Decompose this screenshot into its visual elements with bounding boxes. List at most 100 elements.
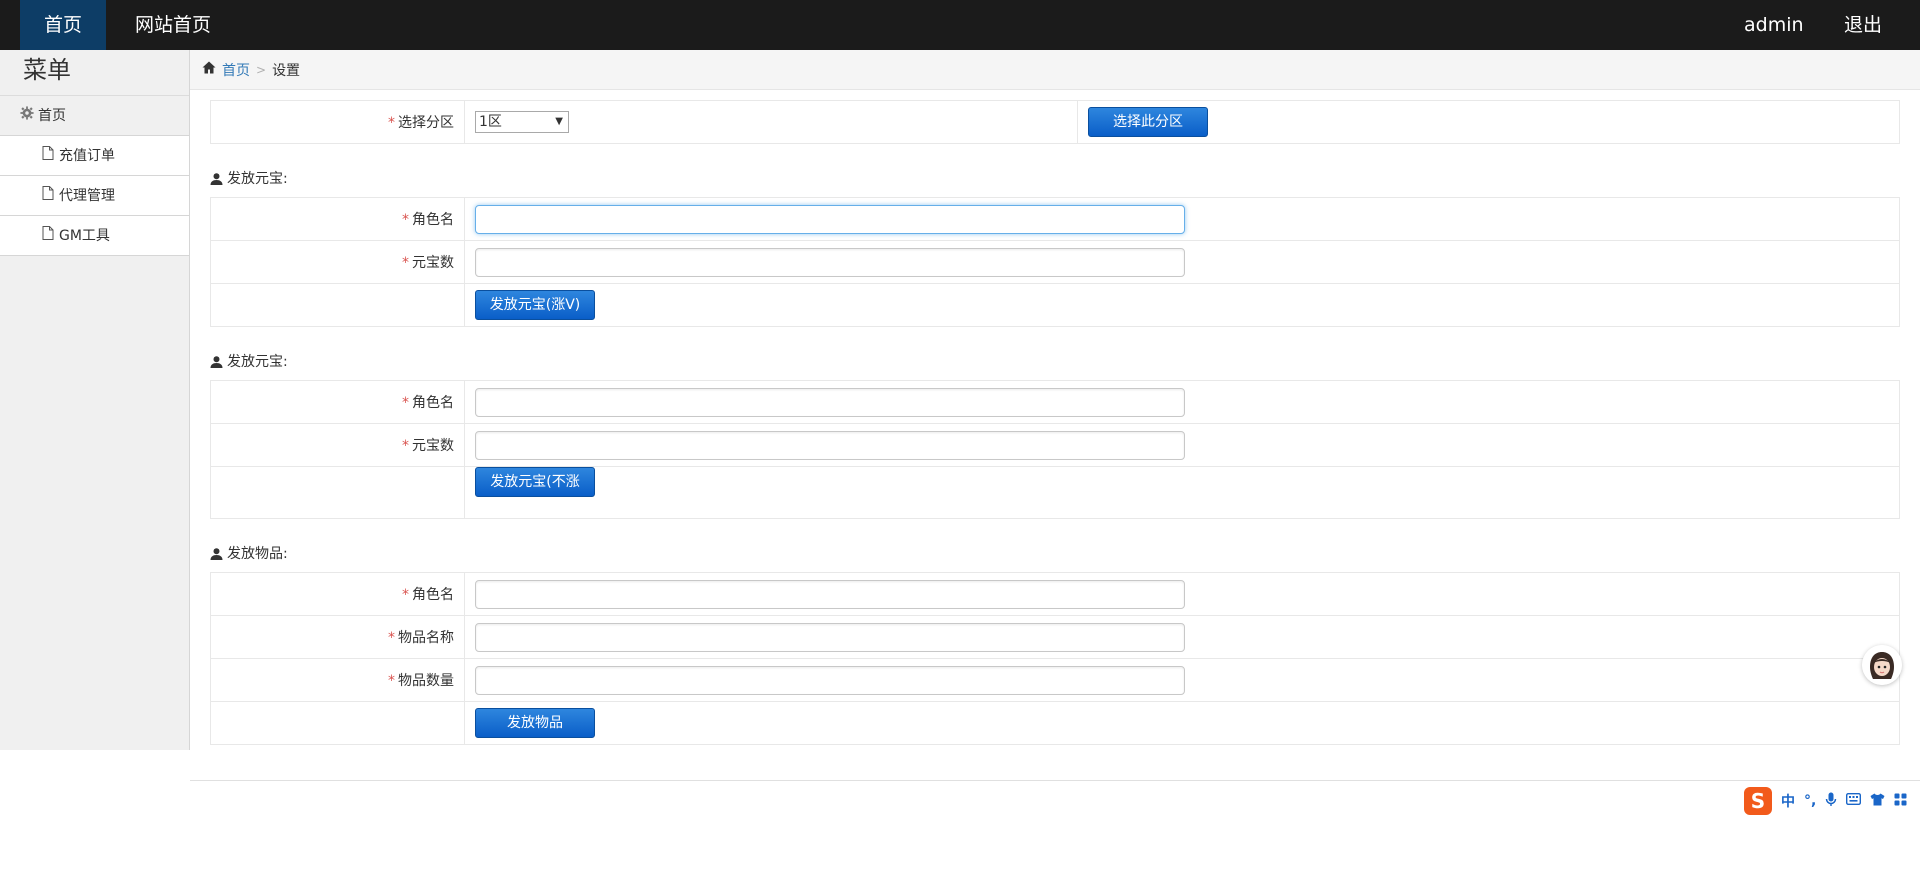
required-mark: * [402,212,409,228]
sidebar-item-recharge-orders[interactable]: 充值订单 [0,136,189,176]
sogou-logo-icon[interactable]: S [1744,787,1772,815]
toolbox-grid-icon[interactable] [1894,793,1907,810]
ime-toolbar: S 中 °, [1742,786,1920,816]
field-label: 角色名 [412,395,454,411]
ingot-amount-input[interactable] [475,247,1185,277]
field-input-cell [464,423,1900,467]
item-quantity-input[interactable] [475,665,1185,695]
nav-site-home-link[interactable]: 网站首页 [135,0,211,50]
field-input-cell [464,240,1900,284]
field-label: 元宝数 [412,255,454,271]
gear-icon [20,96,34,136]
section-title-text: 发放物品: [227,546,288,562]
nav-user-name[interactable]: admin [1744,0,1804,50]
zone-form: * 选择分区 1区 ▼ 选择此分区 [210,100,1900,144]
field-label-cell: * 物品名称 [210,615,465,659]
sidebar-item-label: 充值订单 [59,147,115,164]
sidebar-item-label: 首页 [38,107,66,124]
role-name-input[interactable] [475,387,1185,417]
zone-label-cell: * 选择分区 [210,100,465,144]
required-mark: * [388,115,395,131]
field-input-cell [464,572,1900,616]
caret-down-icon: ▼ [555,116,563,127]
user-icon [210,356,223,368]
button-cell: 发放元宝(不涨V) [464,466,1900,519]
grant-item-button[interactable]: 发放物品 [475,708,595,738]
form-row: * 物品名称 [210,615,1900,659]
field-input-cell [464,615,1900,659]
grant-ingot-no-v-button[interactable]: 发放元宝(不涨V) [475,467,595,518]
sidebar-item-agent-management[interactable]: 代理管理 [0,176,189,216]
form-row: * 角色名 [210,572,1900,616]
section-title-text: 发放元宝: [227,171,288,187]
keyboard-icon[interactable] [1846,792,1862,809]
form-row: * 角色名 [210,197,1900,241]
section-title: 发放元宝: [210,161,1900,197]
zone-select[interactable]: 1区 ▼ [475,111,569,133]
grant-ingot-v-form: * 角色名 * 元宝数 发放元宝(涨V) [210,197,1900,327]
form-row: 发放元宝(不涨V) [210,466,1900,519]
field-label-cell: * 角色名 [210,197,465,241]
assistant-avatar-icon[interactable] [1862,645,1902,685]
microphone-icon[interactable] [1825,792,1837,811]
field-label: 角色名 [412,587,454,603]
required-mark: * [388,673,395,689]
role-name-input[interactable] [475,579,1185,609]
breadcrumb-home-link[interactable]: 首页 [222,60,250,80]
section-title-text: 发放元宝: [227,354,288,370]
nav-home-link[interactable]: 首页 [20,0,106,50]
form-row: * 物品数量 [210,658,1900,702]
footer-divider [190,780,1920,781]
sidebar-item-label: 代理管理 [59,187,115,204]
form-row: 发放物品 [210,701,1900,745]
ime-punctuation-toggle[interactable]: °, [1804,793,1816,809]
zone-button-cell: 选择此分区 [1077,100,1900,144]
ime-mode-toggle[interactable]: 中 [1781,791,1795,811]
sidebar-item-label: GM工具 [59,227,110,244]
ingot-amount-input[interactable] [475,430,1185,460]
required-mark: * [402,255,409,271]
field-input-cell [464,380,1900,424]
field-label: 角色名 [412,212,454,228]
button-cell: 发放元宝(涨V) [464,283,1900,327]
nav-logout-link[interactable]: 退出 [1844,0,1882,50]
sidebar-item-home[interactable]: 首页 [0,96,189,136]
zone-label: 选择分区 [398,115,454,131]
field-label-cell: * 物品数量 [210,658,465,702]
required-mark: * [402,587,409,603]
field-label: 物品数量 [398,673,454,689]
user-icon [210,173,223,185]
item-name-input[interactable] [475,622,1185,652]
form-row: * 元宝数 [210,423,1900,467]
field-label-cell: * 元宝数 [210,423,465,467]
field-label: 元宝数 [412,438,454,454]
sidebar-title: 菜单 [0,50,189,96]
empty-label-cell [210,466,465,519]
home-icon [202,61,216,78]
breadcrumb: 首页 > 设置 [190,50,1920,90]
zone-select-cell: 1区 ▼ [464,100,1078,144]
required-mark: * [402,395,409,411]
role-name-input[interactable] [475,204,1185,234]
field-label-cell: * 角色名 [210,572,465,616]
section-title: 发放元宝: [210,344,1900,380]
grant-item-form: * 角色名 * 物品名称 * 物品数量 发放物品 [210,572,1900,745]
form-row: * 元宝数 [210,240,1900,284]
user-icon [210,548,223,560]
skin-shirt-icon[interactable] [1870,793,1885,810]
file-icon [42,136,54,176]
section-title: 发放物品: [210,536,1900,572]
empty-label-cell [210,701,465,745]
field-label-cell: * 角色名 [210,380,465,424]
select-zone-button[interactable]: 选择此分区 [1088,107,1208,137]
required-mark: * [388,630,395,646]
sidebar: 菜单 首页 充值订单 代理管理 GM工具 [0,50,190,750]
button-cell: 发放物品 [464,701,1900,745]
grant-ingot-no-v-form: * 角色名 * 元宝数 发放元宝(不涨V) [210,380,1900,519]
empty-label-cell [210,283,465,327]
required-mark: * [402,438,409,454]
sidebar-item-gm-tools[interactable]: GM工具 [0,216,189,256]
breadcrumb-current: 设置 [272,62,301,79]
form-row: * 选择分区 1区 ▼ 选择此分区 [210,100,1900,144]
grant-ingot-v-button[interactable]: 发放元宝(涨V) [475,290,595,320]
